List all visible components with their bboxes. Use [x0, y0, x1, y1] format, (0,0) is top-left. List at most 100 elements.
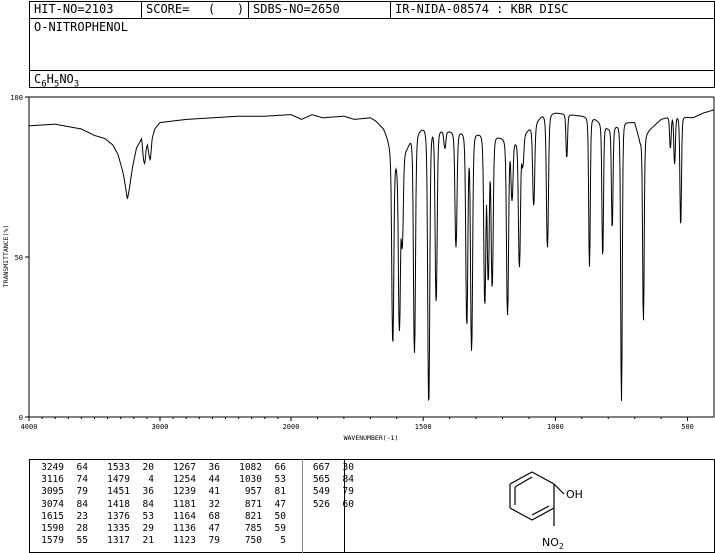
- peak-wavenumber: 750: [244, 535, 262, 547]
- peak-transmittance: 64: [76, 462, 88, 473]
- peak-transmittance: 47: [274, 498, 286, 510]
- peak-wavenumber: 1451: [107, 486, 130, 498]
- peak-transmittance: 84: [342, 474, 354, 486]
- peak-table-row: 1082 66: [228, 462, 286, 474]
- peak-table-column: 3249 64 3116 74 3095 79 3074 84 1615 23 1590 28 1579…: [30, 462, 88, 547]
- peak-table-row: 1254 44: [162, 474, 220, 486]
- peak-wavenumber: 821: [244, 510, 262, 522]
- peak-transmittance: 36: [208, 462, 220, 473]
- peak-table-row: 1479 4: [96, 474, 154, 486]
- peak-wavenumber: 1615: [41, 510, 64, 522]
- spectrum-line: [29, 109, 715, 402]
- peak-table-row: 1335 29: [96, 523, 154, 535]
- peak-transmittance: 66: [274, 462, 286, 473]
- peak-table-row: 1590 28: [30, 523, 88, 535]
- peak-wavenumber: 526: [312, 498, 330, 510]
- peak-wavenumber: 1239: [173, 486, 196, 498]
- peak-wavenumber: 1479: [107, 474, 130, 486]
- peak-wavenumber: 1082: [239, 462, 262, 473]
- peak-wavenumber: 3249: [41, 462, 64, 473]
- peak-wavenumber: 1164: [173, 510, 196, 522]
- peak-wavenumber: 1267: [173, 462, 196, 473]
- peak-wavenumber: 1579: [41, 535, 64, 547]
- peak-table-row: 785 59: [228, 523, 286, 535]
- peak-transmittance: 79: [76, 486, 88, 498]
- peak-transmittance: 28: [76, 523, 88, 535]
- ir-spectrum-chart: 4000 3000 2000 1500 1000 500 0 50 100 WAVENUMBER…: [2, 94, 715, 442]
- peak-table-row: 750 5: [228, 535, 286, 547]
- peak-table-row: 1376 53: [96, 511, 154, 523]
- peak-transmittance: 81: [274, 486, 286, 498]
- peak-transmittance: 30: [342, 462, 354, 473]
- peak-table-row: 1181 32: [162, 499, 220, 511]
- peak-table-row: 3074 84: [30, 499, 88, 511]
- peak-wavenumber: 1376: [107, 510, 130, 522]
- peak-transmittance: 21: [142, 535, 154, 547]
- peak-wavenumber: 549: [312, 486, 330, 498]
- peak-wavenumber: 1335: [107, 523, 130, 535]
- peak-table-column: 1267 36 1254 44 1239 41 1181 32 1164 68 1136 47 1123…: [162, 462, 220, 547]
- no2-label: NO2: [542, 536, 564, 551]
- peak-wavenumber: 3095: [41, 486, 64, 498]
- peak-transmittance: 41: [208, 486, 220, 498]
- peak-table-row: 1136 47: [162, 523, 220, 535]
- peak-table-row: 549 79: [296, 486, 354, 498]
- peak-wavenumber: 1181: [173, 498, 196, 510]
- peak-wavenumber: 1317: [107, 535, 130, 547]
- peak-wavenumber: 565: [312, 474, 330, 486]
- peak-transmittance: 84: [142, 498, 154, 510]
- peak-wavenumber: 3116: [41, 474, 64, 486]
- x-tick-label: 2000: [283, 423, 300, 431]
- peak-transmittance: 23: [76, 510, 88, 522]
- peak-table-row: 1579 55: [30, 535, 88, 547]
- peak-wavenumber: 1030: [239, 474, 262, 486]
- peak-wavenumber: 1590: [41, 523, 64, 535]
- x-tick-label: 3000: [152, 423, 169, 431]
- peak-table-row: 1164 68: [162, 511, 220, 523]
- peak-wavenumber: 3074: [41, 498, 64, 510]
- y-tick-label: 100: [10, 94, 23, 102]
- x-axis-title: WAVENUMBER(-1): [344, 434, 399, 442]
- x-tick-label: 1500: [415, 423, 432, 431]
- peak-transmittance: 5: [280, 535, 286, 547]
- peak-table-row: 1267 36: [162, 462, 220, 474]
- peak-transmittance: 84: [76, 498, 88, 510]
- peak-table-row: 667 30: [296, 462, 354, 474]
- peak-transmittance: 29: [142, 523, 154, 535]
- peak-wavenumber: 1254: [173, 474, 196, 486]
- peak-table-row: 3095 79: [30, 486, 88, 498]
- peak-transmittance: 20: [142, 462, 154, 473]
- peak-transmittance: 47: [208, 523, 220, 535]
- x-tick-label: 1000: [547, 423, 564, 431]
- peak-transmittance: 4: [148, 474, 154, 486]
- peak-wavenumber: 1123: [173, 535, 196, 547]
- peak-wavenumber: 1533: [107, 462, 130, 473]
- benzene-ring: [509, 471, 565, 526]
- peak-transmittance: 55: [76, 535, 88, 547]
- y-tick-label: 0: [19, 414, 23, 422]
- peak-transmittance: 68: [208, 510, 220, 522]
- peak-transmittance: 74: [76, 474, 88, 486]
- peak-table-row: 1123 79: [162, 535, 220, 547]
- peak-wavenumber: 1136: [173, 523, 196, 535]
- peak-table-row: 957 81: [228, 486, 286, 498]
- peak-table-row: 526 60: [296, 499, 354, 511]
- peak-transmittance: 79: [342, 486, 354, 498]
- peak-table-row: 3116 74: [30, 474, 88, 486]
- peak-transmittance: 53: [274, 474, 286, 486]
- peak-table-column: 1082 66 1030 53 957 81 871 47 821 50 785 59 750 5: [228, 462, 286, 547]
- peak-table-row: 1533 20: [96, 462, 154, 474]
- peak-transmittance: 59: [274, 523, 286, 535]
- oh-bond: [553, 483, 565, 495]
- x-tick-label: 500: [681, 423, 694, 431]
- peak-table-column: 667 30 565 84 549 79 526 60: [296, 462, 354, 511]
- x-tick-label: 4000: [21, 423, 38, 431]
- peak-wavenumber: 957: [244, 486, 262, 498]
- peak-table-row: 1418 84: [96, 499, 154, 511]
- y-tick-label: 50: [15, 254, 23, 262]
- peak-table-row: 1239 41: [162, 486, 220, 498]
- peak-transmittance: 79: [208, 535, 220, 547]
- peak-table-row: 871 47: [228, 499, 286, 511]
- peak-wavenumber: 785: [244, 523, 262, 535]
- peak-table-column: 1533 20 1479 4 1451 36 1418 84 1376 53 1335 29 1317 2…: [96, 462, 154, 547]
